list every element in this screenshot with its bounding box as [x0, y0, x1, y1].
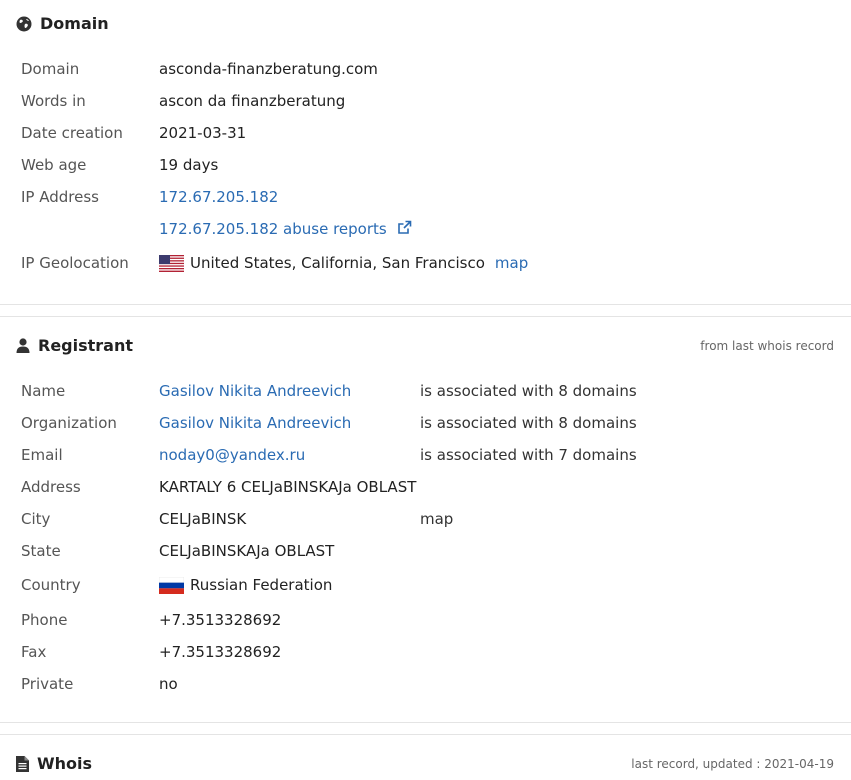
section-divider: [0, 722, 851, 723]
domain-value: asconda-finanzberatung.com: [159, 60, 378, 78]
registrant-phone-row: Phone +7.3513328692: [21, 608, 281, 632]
web-age-label: Web age: [21, 156, 87, 174]
address-value: KARTALY 6 CELJaBINSKAJa OBLAST: [159, 478, 417, 496]
ip-address-link[interactable]: 172.67.205.182: [159, 188, 278, 206]
section-divider: [0, 734, 851, 735]
words-in-value: ascon da finanzberatung: [159, 92, 346, 110]
country-value-wrap: Russian Federation: [159, 576, 332, 594]
city-label: City: [21, 510, 51, 528]
registrant-section-title: Registrant: [38, 336, 134, 355]
geolocation-map-link[interactable]: map: [495, 254, 528, 272]
abuse-reports-row: 172.67.205.182 abuse reports: [21, 217, 412, 241]
registrant-country-row: Country Russian Federation: [21, 573, 332, 597]
organization-association: is associated with 8 domains: [420, 414, 637, 432]
words-in-row: Words in ascon da finanzberatung: [21, 89, 345, 113]
abuse-reports-link[interactable]: 172.67.205.182 abuse reports: [159, 220, 412, 238]
registrant-section-header: Registrant: [16, 336, 133, 355]
document-icon: [16, 755, 29, 772]
user-icon: [16, 338, 30, 353]
us-flag-icon: [159, 255, 184, 272]
domain-row: Domain asconda-finanzberatung.com: [21, 57, 378, 81]
registrant-address-row: Address KARTALY 6 CELJaBINSKAJa OBLAST: [21, 475, 416, 499]
domain-section-header: Domain: [16, 14, 109, 33]
fax-value: +7.3513328692: [159, 643, 282, 661]
private-value: no: [159, 675, 178, 693]
country-value: Russian Federation: [190, 576, 333, 594]
registrant-private-row: Private no: [21, 672, 178, 696]
ip-geolocation-value: United States, California, San Francisco: [190, 254, 485, 272]
city-value: CELJaBINSK: [159, 510, 247, 528]
email-association: is associated with 7 domains: [420, 446, 637, 464]
registrant-name-row: Name Gasilov Nikita Andreevich is associ…: [21, 379, 637, 403]
date-creation-label: Date creation: [21, 124, 123, 142]
email-link[interactable]: noday0@yandex.ru: [159, 446, 305, 464]
registrant-email-row: Email noday0@yandex.ru is associated wit…: [21, 443, 637, 467]
domain-section-title: Domain: [40, 14, 109, 33]
state-label: State: [21, 542, 61, 560]
registrant-note: from last whois record: [700, 339, 834, 353]
whois-note: last record, updated : 2021-04-19: [631, 757, 834, 771]
date-creation-row: Date creation 2021-03-31: [21, 121, 246, 145]
city-map-link[interactable]: map: [420, 510, 453, 528]
section-divider: [0, 316, 851, 317]
globe-icon: [16, 16, 32, 31]
abuse-reports-text: 172.67.205.182 abuse reports: [159, 220, 387, 238]
ru-flag-icon: [159, 577, 184, 594]
private-label: Private: [21, 675, 74, 693]
ip-geolocation-label: IP Geolocation: [21, 254, 129, 272]
email-label: Email: [21, 446, 63, 464]
registrant-organization-row: Organization Gasilov Nikita Andreevich i…: [21, 411, 637, 435]
ip-address-row: IP Address 172.67.205.182: [21, 185, 278, 209]
organization-link[interactable]: Gasilov Nikita Andreevich: [159, 414, 351, 432]
date-creation-value: 2021-03-31: [159, 124, 247, 142]
state-value: CELJaBINSKAJa OBLAST: [159, 542, 335, 560]
section-divider: [0, 304, 851, 305]
country-label: Country: [21, 576, 81, 594]
address-label: Address: [21, 478, 81, 496]
external-link-icon: [397, 220, 411, 234]
ip-address-label: IP Address: [21, 188, 99, 206]
whois-section-header: Whois: [16, 754, 92, 773]
registrant-city-row: City CELJaBINSK map: [21, 507, 453, 531]
ip-geolocation-row: IP Geolocation United States, California…: [21, 251, 528, 275]
registrant-state-row: State CELJaBINSKAJa OBLAST: [21, 539, 334, 563]
ip-geolocation-value-wrap: United States, California, San Francisco: [159, 254, 485, 272]
fax-label: Fax: [21, 643, 47, 661]
web-age-row: Web age 19 days: [21, 153, 218, 177]
words-in-label: Words in: [21, 92, 86, 110]
name-label: Name: [21, 382, 66, 400]
phone-label: Phone: [21, 611, 68, 629]
name-link[interactable]: Gasilov Nikita Andreevich: [159, 382, 351, 400]
whois-section-title: Whois: [37, 754, 93, 773]
organization-label: Organization: [21, 414, 117, 432]
name-association: is associated with 8 domains: [420, 382, 637, 400]
registrant-fax-row: Fax +7.3513328692: [21, 640, 281, 664]
domain-label: Domain: [21, 60, 80, 78]
phone-value: +7.3513328692: [159, 611, 282, 629]
web-age-value: 19 days: [159, 156, 219, 174]
